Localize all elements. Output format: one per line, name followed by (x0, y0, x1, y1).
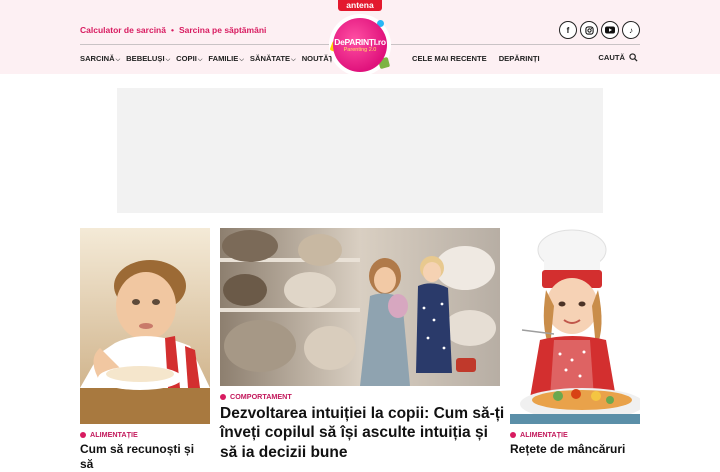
nav-label: SĂNĂTATE (249, 54, 291, 63)
logo-text: DePARINȚI.ro (334, 37, 386, 47)
ad-banner[interactable] (117, 88, 603, 213)
header-divider-left (80, 44, 330, 45)
category-label: ALIMENTAȚIE (520, 430, 568, 439)
facebook-icon[interactable]: f (559, 21, 577, 39)
nav-item-recent[interactable]: CELE MAI RECENTE (412, 54, 487, 63)
category-label: ALIMENTAȚIE (90, 430, 138, 439)
social-links: f ♪ (559, 21, 640, 39)
search-icon (629, 53, 638, 62)
chevron-down-icon: ⌵ (239, 57, 244, 63)
top-links: Calculator de sarcină • Sarcina pe săptă… (80, 25, 266, 35)
instagram-icon[interactable] (580, 21, 598, 39)
nav-label: FAMILIE (208, 54, 239, 63)
logo-subtext: Parenting 2.0 (343, 47, 377, 53)
article-category[interactable]: ALIMENTAȚIE (510, 430, 568, 439)
tiktok-icon[interactable]: ♪ (622, 21, 640, 39)
youtube-icon[interactable] (601, 21, 619, 39)
nav-item-copii[interactable]: COPII⌵ (176, 54, 202, 64)
nav-item-sarcina[interactable]: SARCINĂ⌵ (80, 54, 120, 64)
pregnancy-weeks-link[interactable]: Sarcina pe săptămâni (179, 25, 266, 35)
chevron-down-icon: ⌵ (197, 57, 203, 63)
separator-dot: • (170, 25, 174, 35)
nav-item-bebelusi[interactable]: BEBELUȘI⌵ (126, 54, 170, 64)
article-image-boy[interactable] (80, 228, 210, 424)
nav-item-deparinti[interactable]: DEPĂRINȚI (499, 54, 540, 63)
pregnancy-calculator-link[interactable]: Calculator de sarcină (80, 25, 166, 35)
nav-item-sanatate[interactable]: SĂNĂTATE⌵ (250, 54, 296, 64)
nav-label: BEBELUȘI (126, 54, 165, 63)
category-bullet (220, 393, 226, 400)
secondary-nav: CELE MAI RECENTE DEPĂRINȚI (412, 54, 540, 63)
category-label: COMPORTAMENT (230, 392, 292, 401)
site-logo[interactable]: DePARINȚI.ro Parenting 2.0 (329, 14, 391, 76)
nav-label: COPII (176, 54, 197, 63)
search-button[interactable]: CAUTĂ (598, 53, 638, 62)
article-title[interactable]: Dezvoltarea intuiției la copii: Cum să-ț… (220, 404, 505, 462)
logo-circle: DePARINȚI.ro Parenting 2.0 (333, 18, 387, 72)
chevron-down-icon: ⌵ (115, 57, 121, 63)
article-category[interactable]: ALIMENTAȚIE (80, 430, 138, 439)
chevron-down-icon: ⌵ (291, 57, 296, 63)
article-title[interactable]: Cum să recunoști și să (80, 442, 210, 472)
category-bullet (80, 431, 86, 438)
article-category[interactable]: COMPORTAMENT (220, 392, 292, 401)
chevron-down-icon: ⌵ (165, 57, 171, 63)
article-image-girl-chef[interactable] (510, 228, 640, 424)
nav-item-familie[interactable]: FAMILIE⌵ (208, 54, 244, 64)
category-bullet (510, 431, 516, 438)
search-label: CAUTĂ (598, 53, 625, 62)
article-image-toystore[interactable] (220, 228, 500, 386)
antena-badge[interactable]: antena (338, 0, 382, 11)
nav-label: SARCINĂ (80, 54, 115, 63)
header-divider-right (390, 44, 640, 45)
main-nav: SARCINĂ⌵ BEBELUȘI⌵ COPII⌵ FAMILIE⌵ SĂNĂT… (80, 54, 335, 64)
